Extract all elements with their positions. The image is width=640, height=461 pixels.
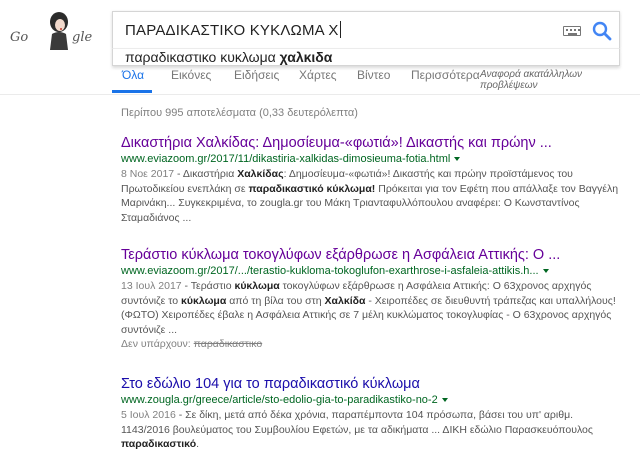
result-url: www.zougla.gr/greece/article/sto-edolio-… <box>121 393 621 408</box>
tab-news[interactable]: Ειδήσεις <box>234 68 279 82</box>
tabs-divider <box>0 94 640 95</box>
search-result: Στο εδώλιο 104 για το παραδικαστικό κύκλ… <box>121 375 621 452</box>
snippet-text: από τη βίλα του στη <box>226 294 325 307</box>
search-query: ΠΑΡΑΔΙΚΑΣΤΙΚΟ ΚΥΚΛΩΜΑ Χ <box>125 22 339 39</box>
url-dropdown-arrow-icon[interactable] <box>441 398 448 402</box>
result-snippet: 13 Ιουλ 2017 - Τεράστιο κύκλωμα τοκογλύφ… <box>121 279 621 337</box>
result-url-text: www.zougla.gr/greece/article/sto-edolio-… <box>121 394 438 406</box>
result-url: www.eviazoom.gr/2017/.../terastio-kuklom… <box>121 264 621 279</box>
snippet-highlight: Χαλκίδας <box>237 168 284 180</box>
snippet-highlight: παραδικαστικό <box>121 438 197 450</box>
doodle-portrait-icon <box>50 12 68 50</box>
result-title-link[interactable]: Τεράστιο κύκλωμα τοκογλύφων εξάρθρωσε η … <box>121 246 621 264</box>
result-snippet: 8 Νοε 2017 - Δικαστήρια Χαλκίδας: Δημοσί… <box>121 167 621 225</box>
snippet-text: - Τεράστιο <box>181 280 235 292</box>
tab-more[interactable]: Περισσότερα <box>411 68 480 82</box>
result-title-link[interactable]: Δικαστήρια Χαλκίδας: Δημοσίευμα-«φωτιά»!… <box>121 134 621 152</box>
snippet-highlight: κύκλωμα <box>234 280 280 292</box>
result-url-text: www.eviazoom.gr/2017/.../terastio-kuklom… <box>121 265 539 277</box>
text-caret <box>339 21 341 38</box>
result-url: www.eviazoom.gr/2017/11/dikastiria-xalki… <box>121 152 621 167</box>
snippet-highlight: παραδικαστικό κύκλωμα! <box>248 182 376 195</box>
tab-videos[interactable]: Βίντεο <box>357 68 390 82</box>
tab-all[interactable]: Όλα <box>122 68 144 82</box>
suggestion-completion: χαλκιδα <box>279 49 333 65</box>
search-tabs: Όλα Εικόνες Ειδήσεις Χάρτες Βίντεο Περισ… <box>0 68 640 93</box>
url-dropdown-arrow-icon[interactable] <box>542 269 549 273</box>
tab-maps[interactable]: Χάρτες <box>299 68 336 82</box>
active-tab-indicator <box>112 90 152 93</box>
suggestion-text: παραδικαστικο κυκλωμα χαλκιδα <box>125 49 332 65</box>
missing-label: Δεν υπάρχουν: <box>121 338 191 350</box>
result-snippet: 5 Ιουλ 2016 - Σε δίκη, μετά από δέκα χρό… <box>121 408 621 452</box>
tab-images[interactable]: Εικόνες <box>171 68 211 82</box>
result-date: 13 Ιουλ 2017 <box>121 280 182 292</box>
snippet-highlight: Χαλκίδα <box>324 294 366 307</box>
snippet-text: . <box>196 438 200 450</box>
logo-text-right: gle <box>72 30 93 45</box>
result-date: 5 Ιουλ 2016 <box>121 409 176 421</box>
result-title-link[interactable]: Στο εδώλιο 104 για το παραδικαστικό κύκλ… <box>121 375 621 393</box>
suggestion-prefix: παραδικαστικο κυκλωμα <box>125 49 280 65</box>
search-result: Τεράστιο κύκλωμα τοκογλύφων εξάρθρωσε η … <box>121 246 621 351</box>
autocomplete-suggestion[interactable]: παραδικαστικο κυκλωμα χαλκιδα <box>112 48 620 66</box>
logo-text-left: Go <box>10 30 29 45</box>
snippet-text: - Δικαστήρια <box>174 168 238 180</box>
keyboard-icon[interactable] <box>563 26 581 36</box>
report-predictions-link[interactable]: Αναφορά ακατάλληλων προβλέψεων <box>480 69 640 91</box>
result-date: 8 Νοε 2017 <box>121 168 175 180</box>
search-box[interactable]: ΠΑΡΑΔΙΚΑΣΤΙΚΟ ΚΥΚΛΩΜΑ Χ <box>112 11 620 49</box>
missing-terms: Δεν υπάρχουν: παραδικαστικο <box>121 337 621 351</box>
search-result: Δικαστήρια Χαλκίδας: Δημοσίευμα-«φωτιά»!… <box>121 134 621 225</box>
result-url-text: www.eviazoom.gr/2017/11/dikastiria-xalki… <box>121 153 451 165</box>
url-dropdown-arrow-icon[interactable] <box>454 157 461 161</box>
snippet-highlight: κύκλωμα <box>181 294 227 307</box>
result-stats: Περίπου 995 αποτελέσματα (0,33 δευτερόλε… <box>121 107 358 119</box>
google-doodle-logo[interactable]: Go gle <box>10 6 104 60</box>
search-icon[interactable] <box>589 18 615 44</box>
search-input[interactable]: ΠΑΡΑΔΙΚΑΣΤΙΚΟ ΚΥΚΛΩΜΑ Χ <box>125 21 341 39</box>
snippet-text: - Σε δίκη, μετά από δέκα χρόνια, παραπέμ… <box>121 409 593 436</box>
missing-term: παραδικαστικο <box>193 338 263 350</box>
